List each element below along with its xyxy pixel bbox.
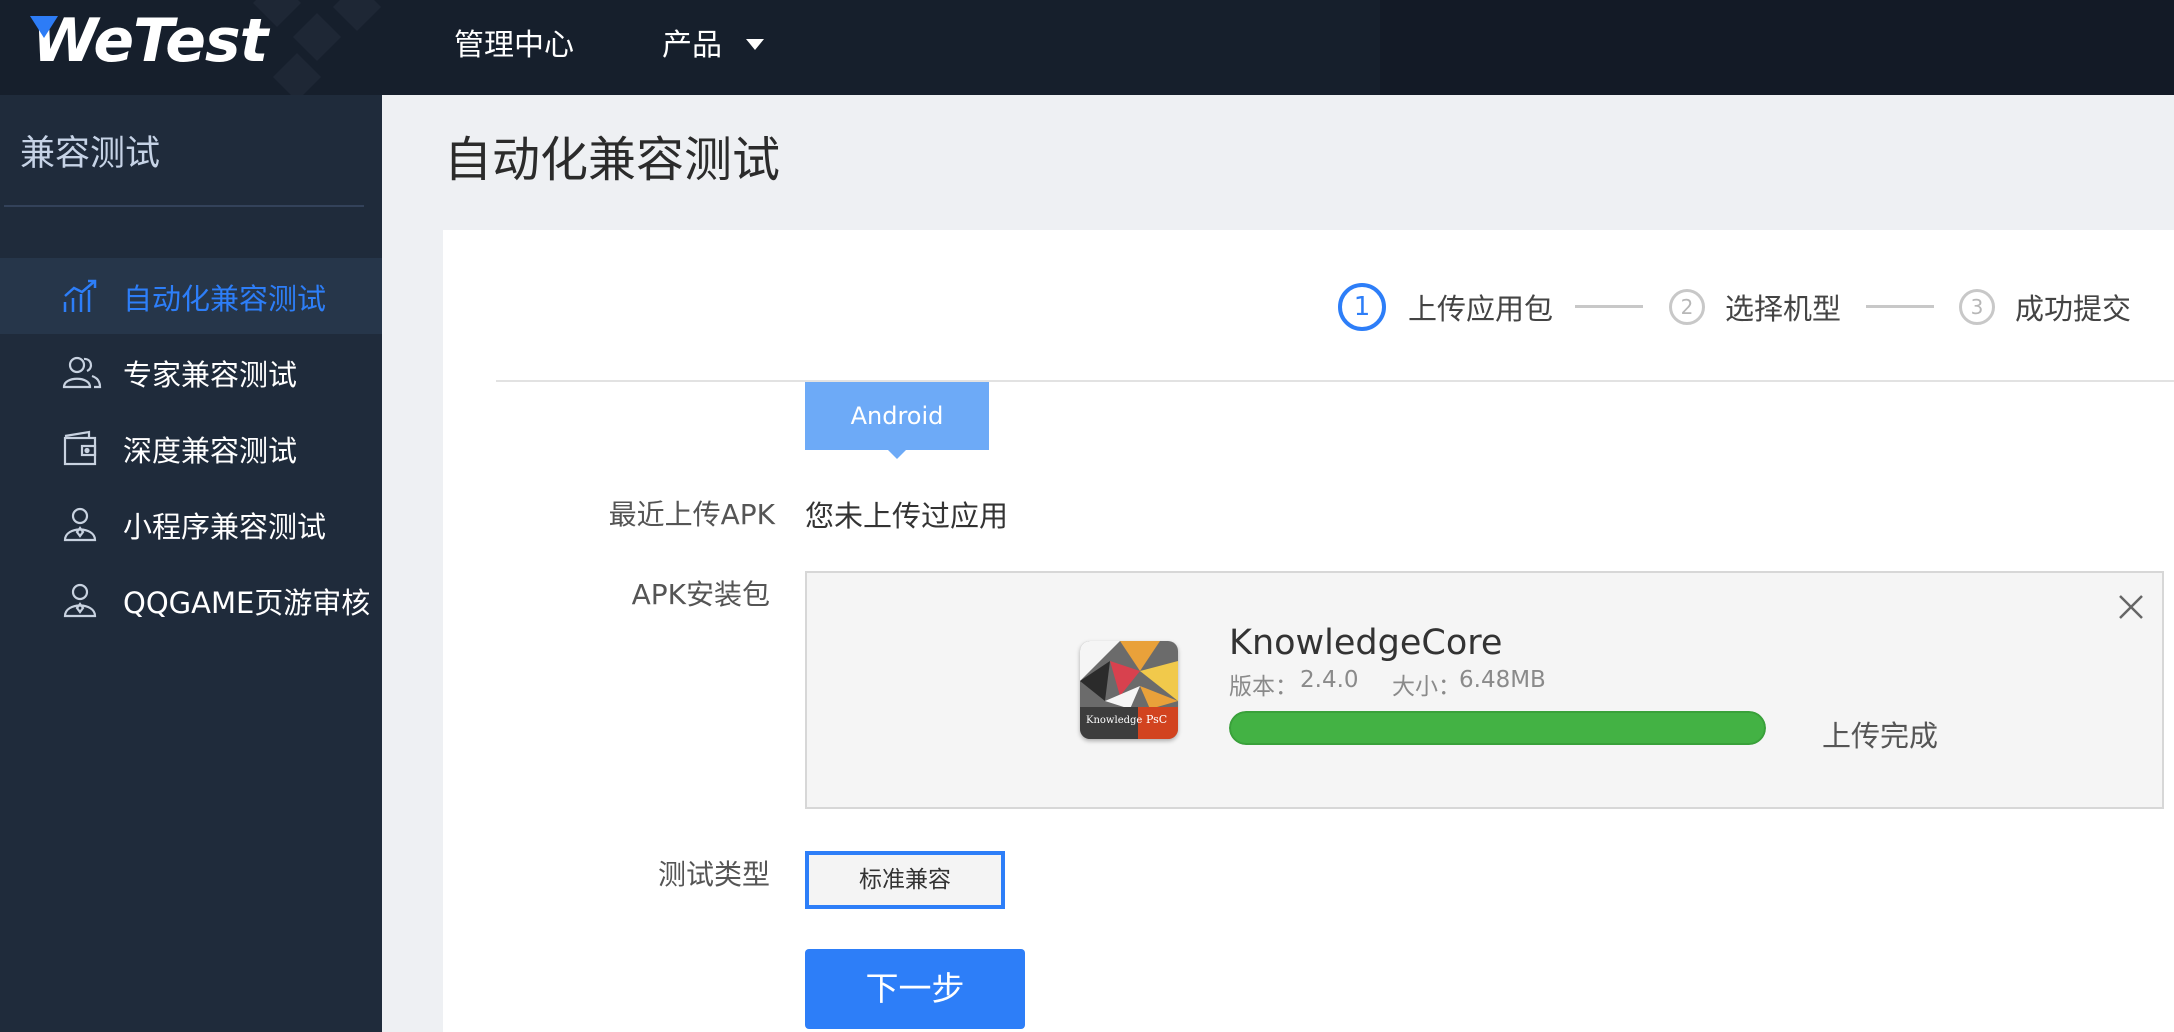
sidebar-item-miniprogram-compat[interactable]: 小程序兼容测试 <box>0 486 382 562</box>
tab-android[interactable]: Android <box>805 382 989 450</box>
top-navigation-bar: WeTest 管理中心 产品 <box>0 0 2174 95</box>
chevron-down-icon[interactable] <box>746 39 764 50</box>
step-connector <box>1866 305 1934 308</box>
upload-progress-bar <box>1229 711 1766 745</box>
test-type-standard-button[interactable]: 标准兼容 <box>805 851 1005 909</box>
step-2-label: 选择机型 <box>1725 292 1842 326</box>
tab-pointer <box>887 449 907 459</box>
sidebar: 兼容测试 自动化兼容测试 专家兼容测试 深度兼容测试 小程序兼容测试 QQGAM… <box>0 95 382 1032</box>
sidebar-divider <box>4 205 364 207</box>
step-3-indicator: 3 <box>1959 289 1995 325</box>
page-title: 自动化兼容测试 <box>444 132 781 188</box>
app-icon: Knowledge PsC <box>1080 641 1178 739</box>
user-icon <box>62 506 98 542</box>
sidebar-item-deep-compat[interactable]: 深度兼容测试 <box>0 410 382 486</box>
size-value: 6.48MB <box>1459 667 1546 693</box>
step-3-label: 成功提交 <box>2015 292 2132 326</box>
next-step-button[interactable]: 下一步 <box>805 949 1025 1029</box>
chart-trend-icon <box>62 278 98 314</box>
nav-management-center[interactable]: 管理中心 <box>454 24 574 68</box>
sidebar-title: 兼容测试 <box>20 134 161 174</box>
logo-mark-icon <box>30 16 58 38</box>
sidebar-item-label: 小程序兼容测试 <box>123 510 327 544</box>
sidebar-item-label: 专家兼容测试 <box>123 358 298 392</box>
apk-package-label: APK安装包 <box>631 578 770 611</box>
version-label: 版本： <box>1229 674 1298 700</box>
users-icon <box>62 354 102 390</box>
wallet-icon <box>62 430 98 466</box>
close-icon[interactable] <box>2118 594 2144 620</box>
sidebar-item-auto-compat[interactable]: 自动化兼容测试 <box>0 258 382 334</box>
step-connector <box>1575 305 1643 308</box>
sidebar-item-label: QQGAME页游审核 <box>123 586 371 620</box>
logo-text: WeTest <box>32 6 268 76</box>
size-label: 大小： <box>1392 674 1461 700</box>
app-name: KnowledgeCore <box>1229 623 1503 663</box>
step-2-indicator: 2 <box>1669 289 1705 325</box>
steps-divider <box>496 380 2174 382</box>
svg-text:PsC: PsC <box>1146 713 1167 726</box>
wetest-logo[interactable]: WeTest <box>30 6 268 76</box>
sidebar-item-qqgame-review[interactable]: QQGAME页游审核 <box>0 562 382 638</box>
test-type-label: 测试类型 <box>657 858 770 891</box>
svg-text:Knowledge: Knowledge <box>1086 715 1142 726</box>
upload-progress-fill <box>1229 711 1766 745</box>
sidebar-item-expert-compat[interactable]: 专家兼容测试 <box>0 334 382 410</box>
recent-apk-label: 最近上传APK <box>608 498 775 531</box>
step-1-indicator: 1 <box>1338 283 1386 331</box>
sidebar-item-label: 深度兼容测试 <box>123 434 298 468</box>
user-icon <box>62 582 98 618</box>
upload-status: 上传完成 <box>1822 719 1939 753</box>
step-1-label: 上传应用包 <box>1408 292 1554 326</box>
nav-product[interactable]: 产品 <box>662 24 722 68</box>
version-value: 2.4.0 <box>1300 667 1359 693</box>
recent-apk-value: 您未上传过应用 <box>805 499 1009 533</box>
sidebar-item-label: 自动化兼容测试 <box>123 282 327 316</box>
